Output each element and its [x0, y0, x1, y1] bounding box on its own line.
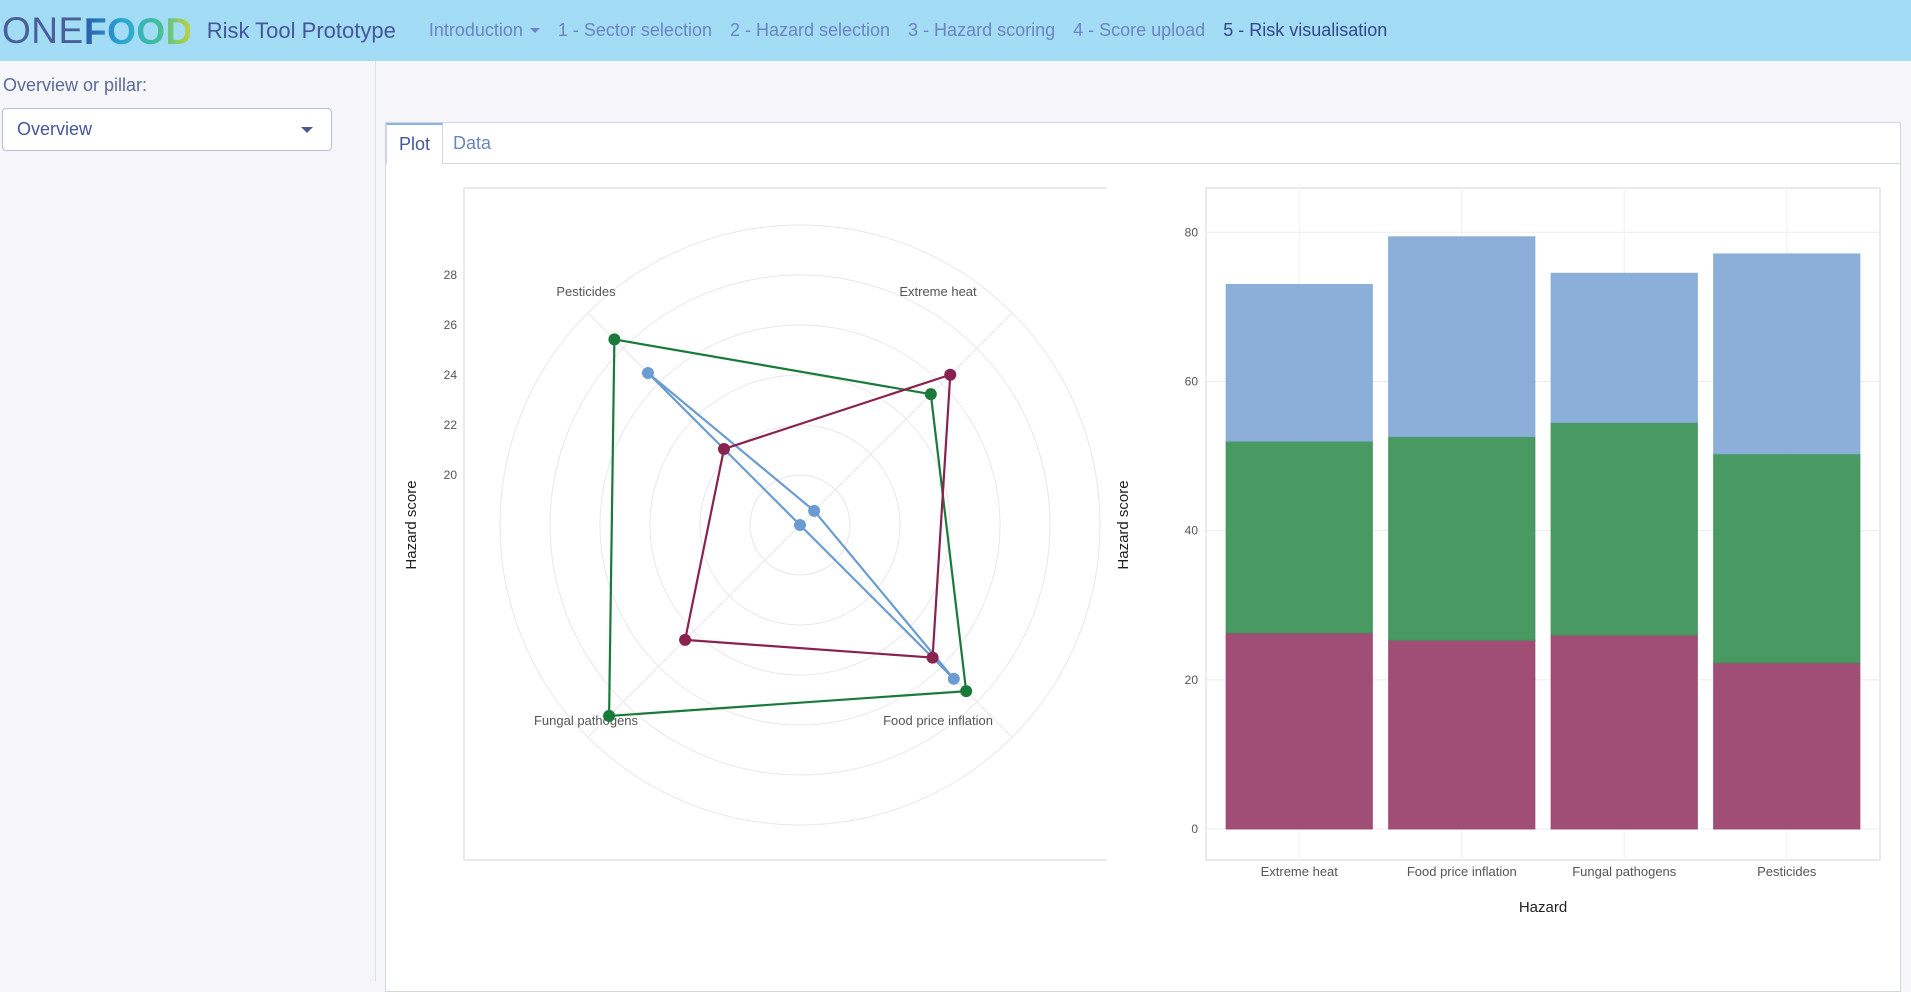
radar-tick-label: 24: [444, 368, 458, 382]
bar-segment: [1550, 634, 1698, 830]
radar-data-point: [808, 504, 821, 517]
tab-panel: Plot Data 20 22 24 26 28 Hazard score Extreme …: [385, 122, 1901, 992]
bar-segment: [1550, 421, 1698, 636]
bar-segment: [1388, 639, 1536, 830]
chevron-down-icon: [529, 28, 540, 33]
onefood-logo[interactable]: ONE FOOD: [2, 0, 190, 61]
radar-chart: 20 22 24 26 28 Hazard score Extreme heat Food p…: [403, 187, 1106, 861]
logo-food-mark: FOOD: [84, 11, 190, 51]
radar-category-label: Food price inflation: [883, 713, 993, 728]
nav-introduction-label: Introduction: [428, 20, 523, 40]
bar-y-tick-label: 20: [1185, 673, 1199, 687]
bar-segment: [1388, 236, 1536, 438]
radar-data-point: [717, 442, 730, 455]
bar-segment: [1225, 284, 1373, 442]
chevron-down-icon: [301, 127, 313, 133]
radar-data-point: [608, 333, 621, 346]
radar-data-point: [641, 366, 654, 379]
bar-segment: [1550, 272, 1698, 423]
bar-y-axis-label: Hazard score: [1115, 480, 1132, 569]
radar-data-point: [960, 685, 973, 698]
bar-x-tick-label: Fungal pathogens: [1572, 864, 1677, 879]
bar-segment: [1713, 253, 1861, 455]
radar-tick-label: 20: [444, 468, 458, 482]
navbar: ONE FOOD Risk Tool Prototype Introductio…: [0, 0, 1911, 61]
nav-hazard-selection[interactable]: 2 - Hazard selection: [721, 20, 899, 41]
pillar-select[interactable]: Overview: [2, 108, 332, 151]
radar-category-label: Extreme heat: [899, 284, 977, 299]
bar-y-tick-label: 0: [1191, 822, 1198, 836]
nav-hazard-scoring[interactable]: 3 - Hazard scoring: [899, 20, 1064, 41]
tab-bar: Plot Data: [386, 123, 1900, 165]
bar-segment: [1713, 453, 1861, 664]
radar-category-label: Pesticides: [556, 284, 616, 299]
radar-data-point: [947, 672, 960, 685]
logo-one: ONE: [2, 9, 84, 51]
bar-x-tick-label: Pesticides: [1757, 864, 1817, 879]
bar-y-tick-label: 80: [1185, 225, 1199, 239]
radar-data-point: [924, 388, 937, 401]
svg-text:FOOD: FOOD: [84, 11, 190, 51]
bar-y-tick-label: 60: [1185, 374, 1199, 388]
sidebar: Overview or pillar: Overview: [0, 61, 376, 981]
bar-x-axis-label: Hazard: [1519, 899, 1567, 916]
app-title[interactable]: Risk Tool Prototype: [207, 18, 396, 44]
radar-tick-label: 28: [444, 268, 458, 282]
nav-score-upload[interactable]: 4 - Score upload: [1064, 20, 1214, 41]
nav-risk-visualisation[interactable]: 5 - Risk visualisation: [1214, 20, 1396, 41]
bar-y-tick-label: 40: [1185, 524, 1199, 538]
radar-y-axis-label: Hazard score: [403, 480, 420, 569]
pillar-select-value: Overview: [17, 119, 93, 139]
radar-data-point: [944, 368, 957, 381]
bar-segment: [1225, 632, 1373, 830]
radar-data-point: [794, 519, 806, 531]
tab-plot[interactable]: Plot: [386, 123, 444, 165]
bar-x-tick-label: Food price inflation: [1407, 864, 1517, 879]
nav-sector-selection[interactable]: 1 - Sector selection: [549, 20, 721, 41]
bar-segment: [1388, 436, 1536, 641]
bar-segment: [1713, 662, 1861, 830]
radar-data-point: [679, 633, 692, 646]
bar-x-tick-label: Extreme heat: [1261, 864, 1339, 879]
radar-data-point: [926, 651, 939, 664]
radar-data-point: [603, 709, 616, 722]
stacked-bar-chart: 0 20 40 60 80 Hazard score Extreme heat Food pr…: [1115, 187, 1881, 916]
tab-data[interactable]: Data: [441, 123, 503, 164]
nav-introduction[interactable]: Introduction: [420, 20, 549, 41]
pillar-label: Overview or pillar:: [3, 75, 148, 95]
radar-tick-label: 26: [444, 318, 458, 332]
radar-tick-label: 22: [444, 418, 458, 432]
bar-segment: [1225, 440, 1373, 634]
